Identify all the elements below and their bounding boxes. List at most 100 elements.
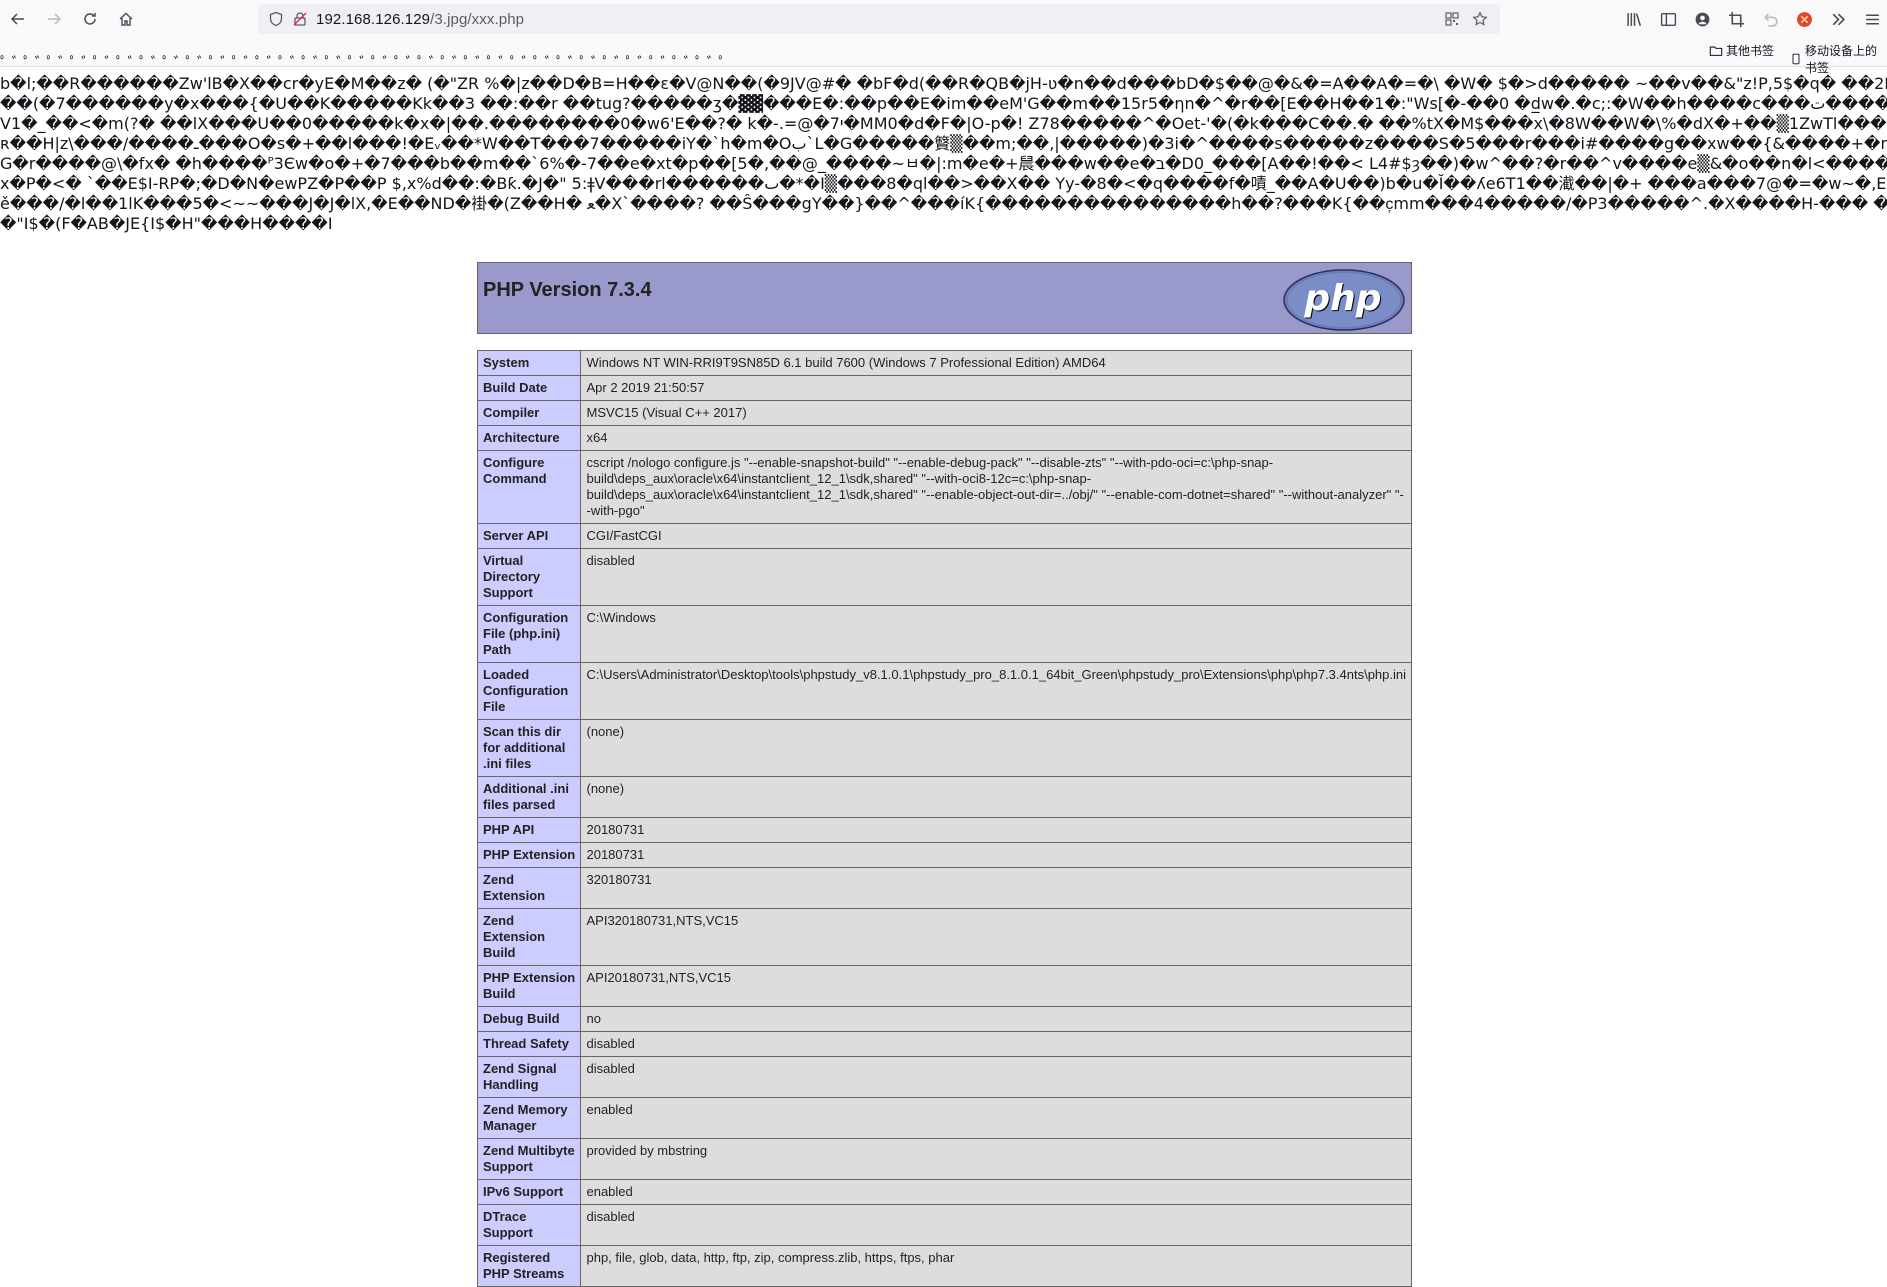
- garbled-line: �"I$�(F�AB�JE{I$�H"���H����I: [0, 214, 333, 233]
- table-row: Server API CGI/FastCGI: [476, 523, 1412, 549]
- row-value: API20180731,NTS,VC15: [580, 965, 1412, 1007]
- table-row: Registered PHP Streams php, file, glob, d…: [476, 1245, 1412, 1287]
- table-row: Zend Extension Build API320180731,NTS,VC1…: [476, 908, 1412, 966]
- row-value: php, file, glob, data, http, ftp, zip, c…: [580, 1245, 1412, 1287]
- table-row: Zend Extension 320180731: [476, 867, 1412, 909]
- table-row: Zend Signal Handling disabled: [476, 1056, 1412, 1098]
- row-value: 320180731: [580, 867, 1412, 909]
- undo-button[interactable]: [1756, 5, 1784, 33]
- row-value: API320180731,NTS,VC15: [580, 908, 1412, 966]
- table-row: Configuration File (php.ini) Path C:\Wind…: [476, 605, 1412, 663]
- row-key: PHP API: [476, 817, 582, 843]
- extension-icon: [1796, 11, 1812, 27]
- table-row: Additional .ini files parsed (none): [476, 776, 1412, 818]
- sidebar-button[interactable]: [1654, 5, 1682, 33]
- crop-icon: [1728, 11, 1744, 27]
- undo-icon: [1763, 13, 1778, 27]
- table-row: System Windows NT WIN-RRI9T9SN85D 6.1 bui…: [476, 350, 1412, 376]
- php-logo-icon[interactable]: php php: [1282, 268, 1406, 332]
- bookmark-star-icon[interactable]: [1468, 7, 1492, 31]
- double-chevron-icon: [1832, 13, 1845, 25]
- table-row: Compiler MSVC15 (Visual C++ 2017): [476, 400, 1412, 426]
- garbled-line: x�P�<� `��E$I-RP�;�D�N�ewPZ�P��P $,x%d��…: [0, 174, 1887, 193]
- screenshot-button[interactable]: [1722, 5, 1750, 33]
- php-version-title: PHP Version 7.3.4: [483, 279, 652, 301]
- tracking-protection-shield-icon[interactable]: [264, 7, 288, 31]
- extension-button[interactable]: [1790, 5, 1818, 33]
- table-row: Loaded Configuration File C:\Users\Admini…: [476, 662, 1412, 720]
- row-value: enabled: [580, 1179, 1412, 1205]
- reload-button[interactable]: [76, 5, 104, 33]
- garbled-line: b�l;��R������Zw'lB�X��cr�yE�M��z� (�"ZR …: [0, 74, 1887, 93]
- garbled-line: ﾟ ﾞ ﾟ ﾞ ﾟ ﾞ ﾟ ﾞ ﾟ ﾞ ﾟ ﾞ ﾟ ﾞ ﾟ ﾞ ﾟ ﾞ ﾟ ﾞ …: [0, 54, 727, 73]
- row-value: 20180731: [580, 817, 1412, 843]
- row-key: IPv6 Support: [476, 1179, 582, 1205]
- row-value: 20180731: [580, 842, 1412, 868]
- row-key: Zend Signal Handling: [476, 1056, 582, 1098]
- row-key: Server API: [476, 523, 582, 549]
- row-value: disabled: [580, 1204, 1412, 1246]
- reload-icon: [84, 13, 96, 25]
- row-value: (none): [580, 719, 1412, 777]
- row-key: Loaded Configuration File: [476, 662, 582, 720]
- table-row: DTrace Support disabled: [476, 1204, 1412, 1246]
- row-value: C:\Windows: [580, 605, 1412, 663]
- sidebar-icon: [1660, 12, 1676, 26]
- menu-button[interactable]: [1858, 5, 1886, 33]
- phpinfo-header: PHP Version 7.3.4 php php: [477, 262, 1412, 334]
- row-value: cscript /nologo configure.js "--enable-s…: [580, 450, 1412, 524]
- row-value: C:\Users\Administrator\Desktop\tools\php…: [580, 662, 1412, 720]
- url-path: /3.jpg/xxx.php: [430, 10, 525, 28]
- row-key: PHP Extension: [476, 842, 582, 868]
- row-value: Windows NT WIN-RRI9T9SN85D 6.1 build 760…: [580, 350, 1412, 376]
- table-row: Virtual Directory Support disabled: [476, 548, 1412, 606]
- row-key: PHP Extension Build: [476, 965, 582, 1007]
- row-key: Scan this dir for additional .ini files: [476, 719, 582, 777]
- url-host: 192.168.126.129: [316, 10, 431, 28]
- table-row: PHP API 20180731: [476, 817, 1412, 843]
- address-bar[interactable]: 192.168.126.129/3.jpg/xxx.php: [258, 4, 1500, 34]
- table-row: Scan this dir for additional .ini files(…: [476, 719, 1412, 777]
- garbled-line: V1�_��<�m(?� ��lX���U��0�����k�x�|��.���…: [0, 114, 1887, 133]
- table-row: Architecture x64: [476, 425, 1412, 451]
- row-key: Configuration File (php.ini) Path: [476, 605, 582, 663]
- table-row: IPv6 Support enabled: [476, 1179, 1412, 1205]
- row-value: disabled: [580, 1056, 1412, 1098]
- row-value: MSVC15 (Visual C++ 2017): [580, 400, 1412, 426]
- library-icon: [1626, 12, 1641, 26]
- row-key: Additional .ini files parsed: [476, 776, 582, 818]
- row-key: Zend Memory Manager: [476, 1097, 582, 1139]
- back-arrow-icon: [10, 13, 24, 25]
- row-key: Zend Multibyte Support: [476, 1138, 582, 1180]
- row-value: disabled: [580, 548, 1412, 606]
- url-text[interactable]: 192.168.126.129/3.jpg/xxx.php: [316, 11, 524, 28]
- phpinfo-container: PHP Version 7.3.4 php php System Windows …: [476, 262, 1412, 1287]
- forward-button[interactable]: [40, 5, 68, 33]
- row-key: Registered PHP Streams: [476, 1245, 582, 1287]
- row-value: enabled: [580, 1097, 1412, 1139]
- table-row: PHP Extension 20180731: [476, 842, 1412, 868]
- row-key: System: [476, 350, 582, 376]
- library-button[interactable]: [1620, 5, 1648, 33]
- table-row: Zend Multibyte Support provided by mbstri…: [476, 1138, 1412, 1180]
- home-button[interactable]: [112, 5, 140, 33]
- row-key: Debug Build: [476, 1006, 582, 1032]
- account-icon: [1695, 12, 1709, 26]
- insecure-lock-icon[interactable]: [288, 7, 312, 31]
- table-row: Thread Safety disabled: [476, 1031, 1412, 1057]
- table-row: Debug Build no: [476, 1006, 1412, 1032]
- qr-code-icon[interactable]: [1440, 7, 1464, 31]
- row-key: Zend Extension: [476, 867, 582, 909]
- overflow-chevron-button[interactable]: [1824, 5, 1852, 33]
- back-button[interactable]: [4, 5, 32, 33]
- browser-toolbar: 192.168.126.129/3.jpg/xxx.php: [0, 0, 1887, 38]
- row-key: Virtual Directory Support: [476, 548, 582, 606]
- table-row: Zend Memory Manager enabled: [476, 1097, 1412, 1139]
- garbled-line: G�r����@\�fx� �h����ᴾ3Єw�o�+�7���b��m��`…: [0, 154, 1887, 173]
- garbled-line: ��(�7������y�x���{�U��K�����Kk��3 ��:��r…: [0, 94, 1887, 113]
- row-value: x64: [580, 425, 1412, 451]
- garbled-line: ʀ��H|z\���/����ـ���O�s�+��l���!�Eᵥ��*W��…: [0, 134, 1887, 153]
- row-key: DTrace Support: [476, 1204, 582, 1246]
- account-button[interactable]: [1688, 5, 1716, 33]
- table-row: Build Date Apr 2 2019 21:50:57: [476, 375, 1412, 401]
